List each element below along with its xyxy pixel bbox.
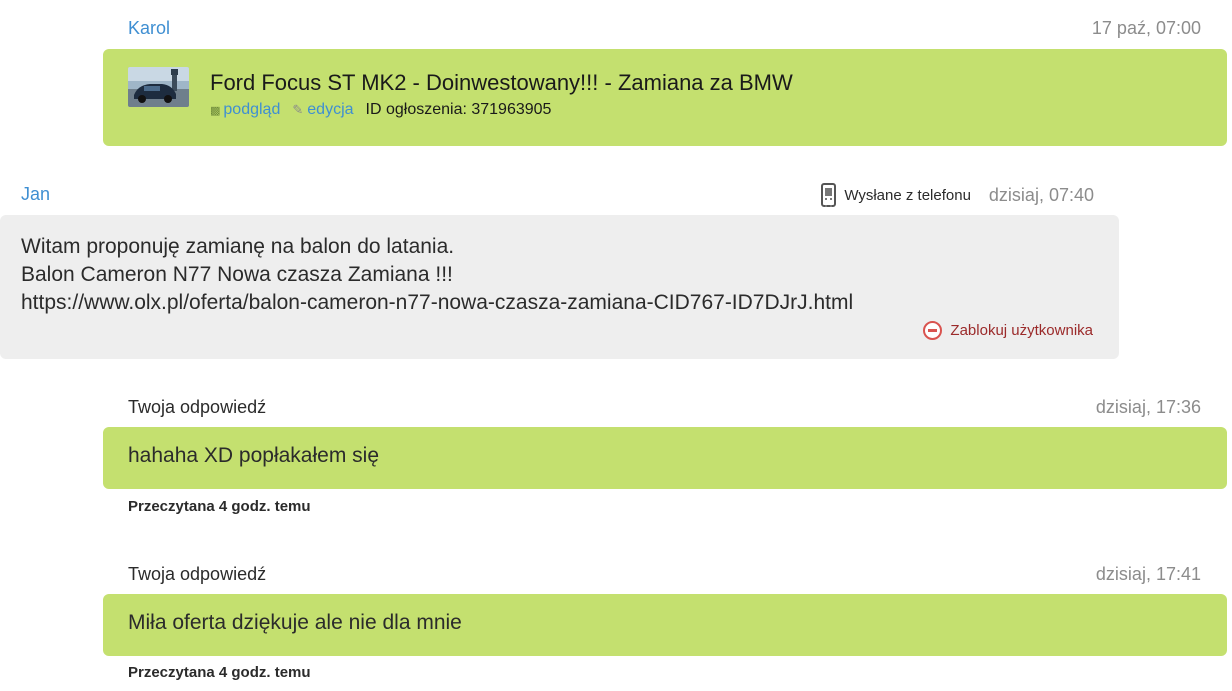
block-icon bbox=[923, 321, 943, 340]
sent-from-label: Wysłane z telefonu bbox=[844, 186, 971, 204]
reply-timestamp: dzisiaj, 17:36 bbox=[1095, 397, 1201, 417]
block-user-label: Zablokuj użytkownika bbox=[950, 322, 1093, 339]
ad-id: ID ogłoszenia: 371963905 bbox=[365, 101, 552, 118]
ad-title[interactable]: Ford Focus ST MK2 - Doinwestowany!!! - Z… bbox=[210, 70, 793, 96]
reply-bubble: Miła oferta dziękuje ale nie dla mnie bbox=[103, 594, 1227, 656]
ad-thumbnail-image bbox=[128, 67, 189, 107]
sender-name[interactable]: Jan bbox=[21, 184, 50, 205]
message-text: Witam proponuję zamianę na balon do lata… bbox=[21, 235, 854, 314]
phone-icon bbox=[821, 183, 837, 207]
ad-message-bubble: Ford Focus ST MK2 - Doinwestowany!!! - Z… bbox=[103, 49, 1227, 146]
preview-link[interactable]: ▩ podgląd bbox=[210, 101, 280, 119]
sender-name[interactable]: Karol bbox=[128, 18, 170, 39]
reply-text: hahaha XD popłakałem się bbox=[128, 444, 379, 467]
reply-bubble: hahaha XD popłakałem się bbox=[103, 427, 1227, 489]
pencil-icon: ✎ bbox=[292, 102, 304, 117]
message-meta: Wysłane z telefonu dzisiaj, 07:40 bbox=[821, 183, 1094, 207]
incoming-message-bubble: Witam proponuję zamianę na balon do lata… bbox=[0, 215, 1119, 359]
read-status: Przeczytana 4 godz. temu bbox=[128, 664, 311, 681]
ad-actions: ▩ podgląd ✎ edycja ID ogłoszenia: 371963… bbox=[210, 101, 551, 119]
message-timestamp: 17 paź, 07:00 bbox=[1091, 18, 1201, 38]
block-user-button[interactable]: Zablokuj użytkownika bbox=[923, 321, 1093, 340]
preview-link-label: podgląd bbox=[223, 101, 281, 118]
read-status: Przeczytana 4 godz. temu bbox=[128, 498, 311, 515]
edit-link[interactable]: ✎ edycja bbox=[292, 101, 353, 119]
reply-timestamp: dzisiaj, 17:41 bbox=[1095, 564, 1201, 584]
reply-text: Miła oferta dziękuje ale nie dla mnie bbox=[128, 611, 462, 634]
message-timestamp: dzisiaj, 07:40 bbox=[988, 184, 1094, 205]
reply-label: Twoja odpowiedź bbox=[128, 397, 267, 417]
edit-link-label: edycja bbox=[307, 101, 354, 118]
external-link-icon: ▩ bbox=[210, 104, 221, 117]
ad-thumbnail[interactable] bbox=[128, 67, 189, 107]
reply-label: Twoja odpowiedź bbox=[128, 564, 267, 584]
